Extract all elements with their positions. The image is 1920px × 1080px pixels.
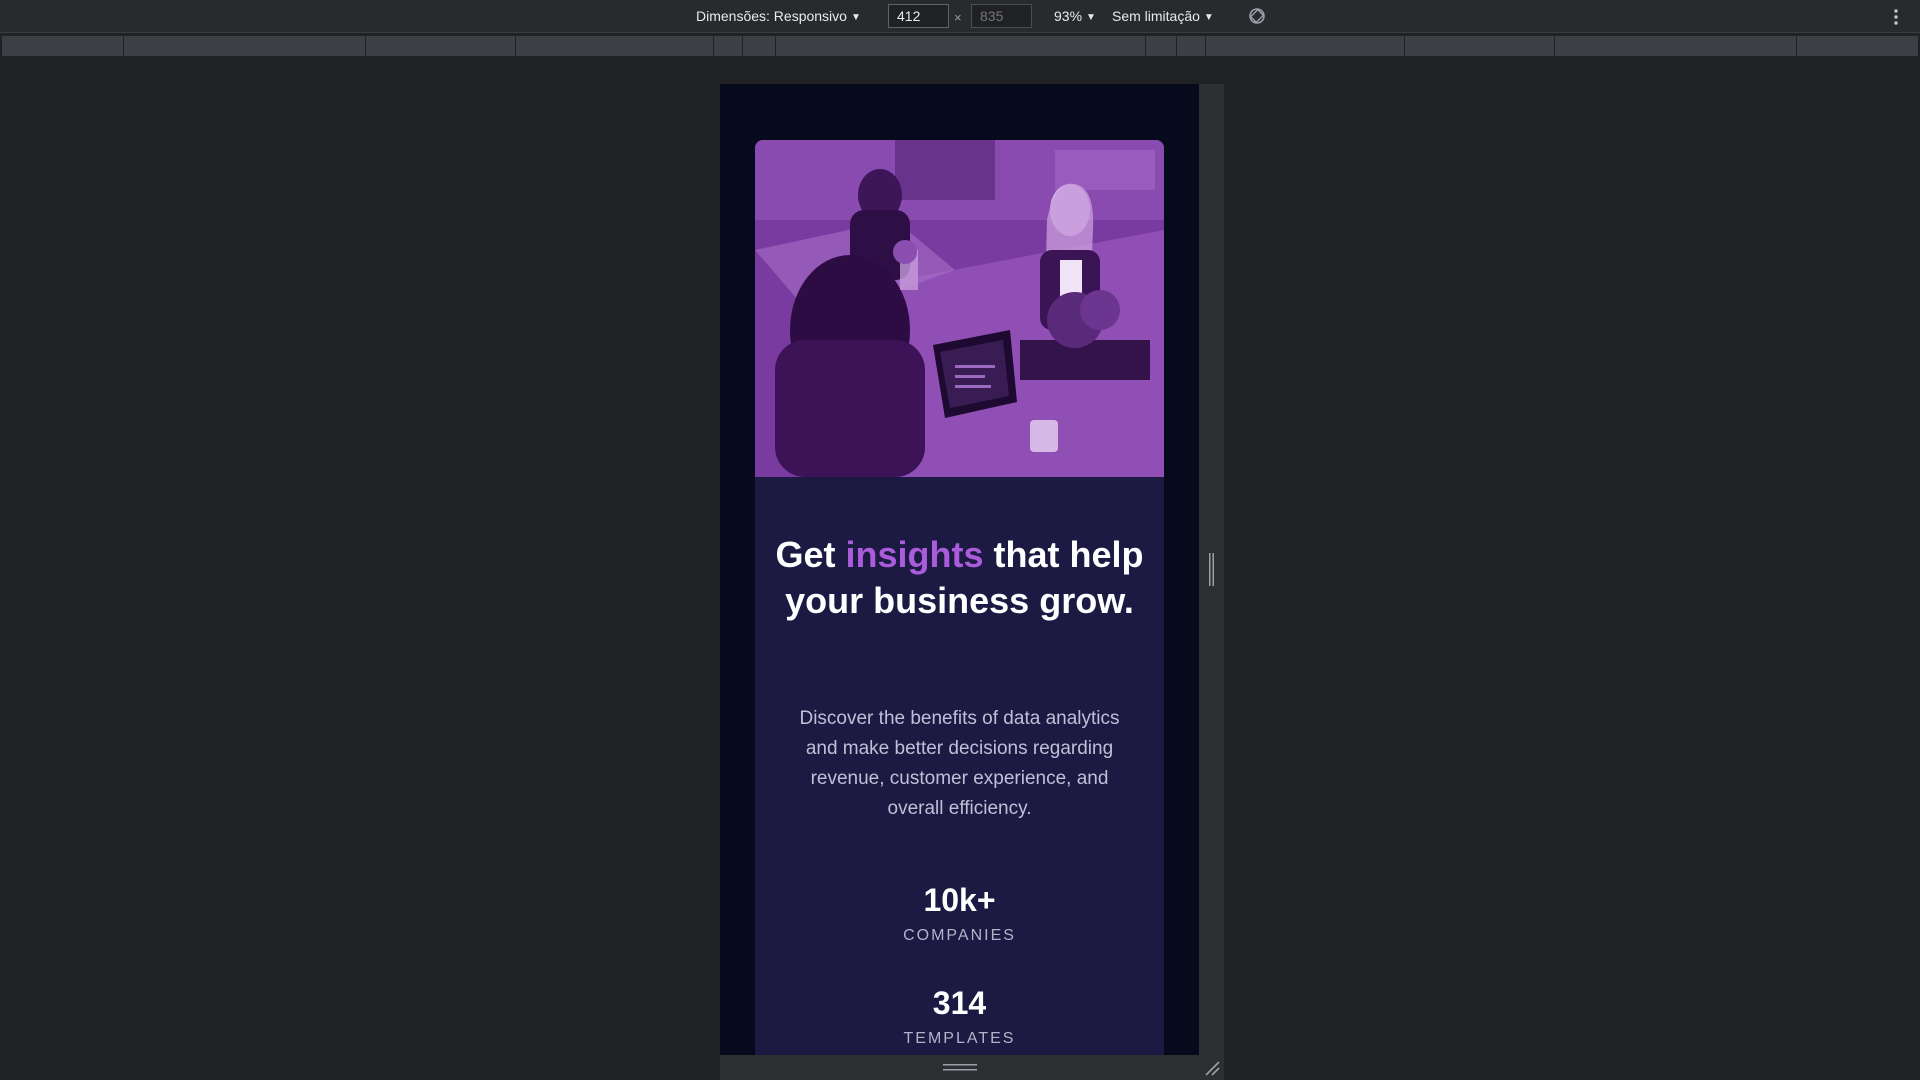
media-query-segment[interactable] [1145,36,1146,56]
device-viewport: Get insights that help your business gro… [720,84,1199,1055]
caret-down-icon: ▼ [850,12,861,23]
media-query-segment[interactable] [1796,36,1797,56]
media-query-bar [2,36,1918,56]
headline: Get insights that help your business gro… [755,532,1164,624]
stat-label: COMPANIES [903,927,1016,944]
media-query-segment[interactable] [742,36,743,56]
caret-down-icon: ▼ [1086,12,1096,23]
throttle-label: Sem limitação [1112,8,1200,24]
device-toolbar: Dimensões: Responsivo▼ × 93%▼ Sem limita… [0,0,1920,33]
width-input[interactable] [888,4,949,28]
media-query-segment[interactable] [1176,36,1177,56]
kebab-menu-icon[interactable] [1890,6,1902,28]
media-query-segment[interactable] [1404,36,1405,56]
media-query-segment[interactable] [515,36,516,56]
media-query-segment[interactable] [123,36,124,56]
headline-accent: insights [845,534,984,575]
times-separator: × [954,10,962,25]
caret-down-icon: ▼ [1203,12,1214,23]
dimensions-dropdown[interactable]: Dimensões: Responsivo ▼ [696,8,861,26]
resize-height-handle[interactable] [943,1064,977,1072]
zoom-label: 93% [1054,8,1083,24]
media-query-segment[interactable] [1554,36,1555,56]
media-query-segment[interactable] [775,36,776,56]
stat-value: 314 [932,985,987,1021]
resize-width-handle[interactable] [1209,553,1214,586]
resize-corner-handle[interactable] [1203,1059,1221,1077]
media-query-segment[interactable] [713,36,714,56]
description: Discover the benefits of data analytics … [799,708,1120,819]
stat-label: TEMPLATES [903,1030,1016,1047]
media-query-segment[interactable] [365,36,366,56]
rotate-icon[interactable] [1247,6,1267,26]
media-query-segment[interactable] [1205,36,1206,56]
stats-card: Get insights that help your business gro… [755,140,1164,1055]
height-input[interactable] [971,4,1032,28]
stat-value: 10k+ [923,882,996,918]
zoom-dropdown[interactable]: 93% ▼ [1054,8,1096,26]
headline-part1: Get [775,534,846,575]
hero-image [755,140,1164,477]
dimensions-label: Dimensões: Responsivo [696,8,847,24]
throttle-dropdown[interactable]: Sem limitação ▼ [1112,8,1214,26]
